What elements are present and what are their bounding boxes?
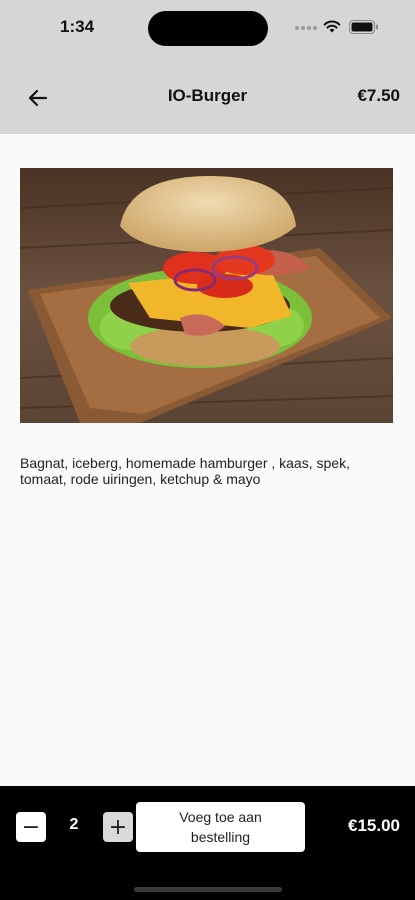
- page-title: IO-Burger: [167, 86, 248, 105]
- add-to-order-button[interactable]: Voeg toe aan bestelling: [136, 802, 305, 852]
- decrease-quantity-button[interactable]: −: [16, 812, 46, 842]
- home-indicator[interactable]: [134, 887, 282, 892]
- product-description: Bagnat, iceberg, homemade hamburger , ka…: [20, 455, 350, 487]
- signal-dots-icon: [295, 26, 317, 31]
- quantity-value: 2: [69, 816, 79, 833]
- increase-quantity-button[interactable]: +: [103, 812, 133, 842]
- status-time: 1:34: [60, 17, 95, 36]
- app-header: 1:34 IO-Burger €7.50: [0, 0, 415, 134]
- burger-photo: [20, 168, 393, 423]
- total-price: €15.00: [348, 816, 400, 835]
- wifi-icon: [323, 20, 341, 33]
- battery-icon: [349, 20, 378, 34]
- dynamic-island: [148, 11, 268, 46]
- header-price: €7.50: [357, 86, 400, 105]
